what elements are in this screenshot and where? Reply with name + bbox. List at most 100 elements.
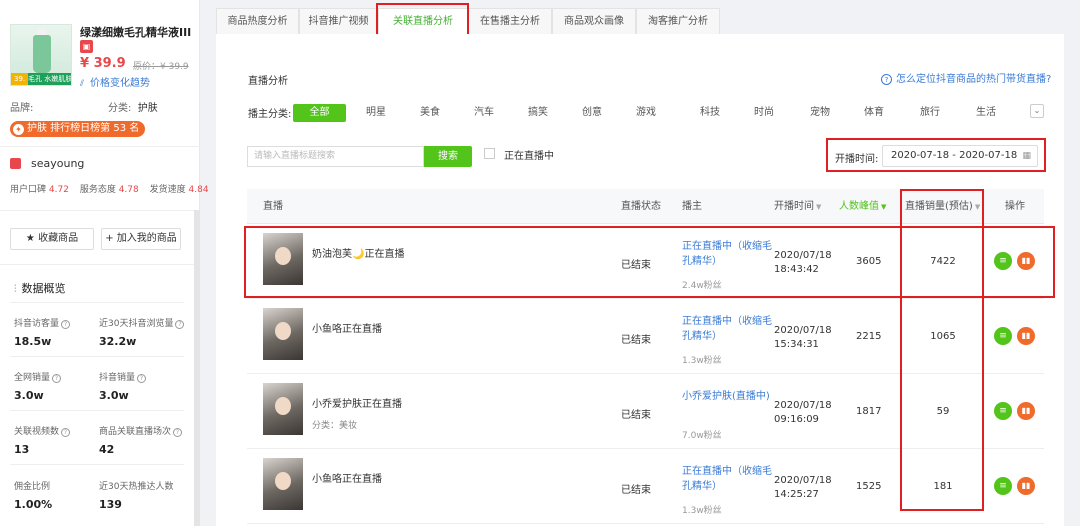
favorite-product-button[interactable]: ★ 收藏商品 <box>10 228 94 250</box>
stat-label: 佣金比例 <box>14 482 51 492</box>
category-car[interactable]: 汽车 <box>472 104 496 122</box>
rank-badge[interactable]: ✦ 护肤 排行榜日榜第 53 名 <box>10 121 146 137</box>
live-thumbnail[interactable] <box>263 233 303 285</box>
anchor-link[interactable]: 正在直播中（收缩毛孔精华） <box>682 464 772 494</box>
stat-douyin-visitors: 抖音访客量? 18.5w <box>14 316 71 348</box>
stat-related-videos: 关联视频数? 13 <box>14 424 71 456</box>
help-icon[interactable]: ? <box>61 428 71 437</box>
product-name[interactable]: 绿漾细嫩毛孔精华液III <box>80 24 195 40</box>
category-star[interactable]: 明星 <box>364 104 388 122</box>
score-label: 服务态度 <box>79 185 116 195</box>
price-trend-link[interactable]: ⫽ 价格变化趋势 <box>80 74 150 89</box>
category-label: 分类: <box>108 103 132 114</box>
stat-value: 1.00% <box>14 498 53 511</box>
stat-label: 近30天热推达人数 <box>99 482 174 492</box>
divider <box>0 210 200 211</box>
divider <box>10 410 184 411</box>
detail-list-icon[interactable]: ≡ <box>994 252 1012 270</box>
category-creative[interactable]: 创意 <box>580 104 604 122</box>
date-range-picker[interactable]: 2020-07-18 - 2020-07-18 ▦ <box>882 145 1038 167</box>
anchor-link[interactable]: 正在直播中（收缩毛孔精华） <box>682 314 772 344</box>
category-row: 分类: 护肤 <box>108 99 158 114</box>
shop-name[interactable]: seayoung <box>31 157 84 170</box>
category-travel[interactable]: 旅行 <box>918 104 942 122</box>
category-sports[interactable]: 体育 <box>862 104 886 122</box>
brand-label: 品牌: <box>10 103 34 114</box>
date-range-value: 2020-07-18 - 2020-07-18 <box>891 150 1018 161</box>
thumbnail-face-shape <box>275 247 291 265</box>
anchor-link[interactable]: 正在直播中（收缩毛孔精华） <box>682 239 772 269</box>
divider <box>0 146 200 147</box>
category-tech[interactable]: 科技 <box>698 104 722 122</box>
col-anchor: 播主 <box>682 201 702 212</box>
col-peak-viewers[interactable]: 人数峰值 ▼ <box>839 189 886 224</box>
col-est-sales-label: 直播销量(预估) <box>905 201 973 212</box>
live-title-search-input[interactable]: 请输入直播标题搜索 <box>247 146 424 167</box>
col-start-time[interactable]: 开播时间 ▼ <box>774 189 821 224</box>
category-fashion[interactable]: 时尚 <box>752 104 776 122</box>
help-icon[interactable]: ? <box>61 320 71 329</box>
category-all[interactable]: 全部 <box>293 104 346 122</box>
peak-viewers: 1817 <box>856 406 882 417</box>
detail-list-icon[interactable]: ≡ <box>994 327 1012 345</box>
divider <box>10 302 184 303</box>
tab-product-heat[interactable]: 商品热度分析 <box>216 8 299 34</box>
category-life[interactable]: 生活 <box>974 104 998 122</box>
divider <box>10 464 184 465</box>
stat-value: 3.0w <box>14 389 44 402</box>
detail-list-icon[interactable]: ≡ <box>994 477 1012 495</box>
start-time: 2020/07/18 14:25:27 <box>774 474 844 502</box>
start-time: 2020/07/18 18:43:42 <box>774 249 844 277</box>
add-to-my-products-button[interactable]: + 加入我的商品 <box>101 228 181 250</box>
est-sales: 7422 <box>930 256 956 267</box>
start-time: 2020/07/18 15:34:31 <box>774 324 844 352</box>
tab-anchor-analysis[interactable]: 在售播主分析 <box>468 8 552 34</box>
detail-list-icon[interactable]: ≡ <box>994 402 1012 420</box>
live-thumbnail[interactable] <box>263 458 303 510</box>
live-title[interactable]: 小鱼咯正在直播 <box>312 470 382 485</box>
live-now-checkbox[interactable] <box>484 148 495 159</box>
stat-label: 抖音销量 <box>99 373 136 383</box>
help-icon[interactable]: ? <box>175 320 185 329</box>
stat-douyin-sales: 抖音销量? 3.0w <box>99 370 147 402</box>
search-button[interactable]: 搜索 <box>424 146 472 167</box>
sidebar-scrollbar[interactable] <box>194 210 200 526</box>
live-thumbnail[interactable] <box>263 308 303 360</box>
calendar-icon: ▦ <box>1022 151 1031 161</box>
stat-value: 18.5w <box>14 335 52 348</box>
category-game[interactable]: 游戏 <box>634 104 658 122</box>
live-title[interactable]: 奶油泡芙🌙正在直播 <box>312 245 404 260</box>
table-row[interactable]: 奶油泡芙🌙正在直播 已结束 正在直播中（收缩毛孔精华） 2.4w粉丝 2020/… <box>247 225 1044 299</box>
table-row[interactable]: 小鱼咯正在直播 已结束 正在直播中（收缩毛孔精华） 1.3w粉丝 2020/07… <box>247 450 1044 524</box>
divider <box>10 356 184 357</box>
brand-row: 品牌: <box>10 99 33 114</box>
bar-chart-icon[interactable]: ▮▮ <box>1017 252 1035 270</box>
col-est-sales[interactable]: 直播销量(预估) ▼ <box>905 189 980 224</box>
live-title[interactable]: 小鱼咯正在直播 <box>312 320 382 335</box>
help-icon[interactable]: ? <box>173 428 183 437</box>
help-icon[interactable]: ? <box>52 374 62 383</box>
live-thumbnail[interactable] <box>263 383 303 435</box>
anchor-fans: 1.3w粉丝 <box>682 506 722 516</box>
anchor-link[interactable]: 小乔爱护肤(直播中) <box>682 389 772 404</box>
bar-chart-icon[interactable]: ▮▮ <box>1017 327 1035 345</box>
help-link[interactable]: ? 怎么定位抖音商品的热门带货直播? <box>881 70 1051 85</box>
est-sales: 181 <box>933 481 953 492</box>
tab-taoke-analysis[interactable]: 淘客推广分析 <box>636 8 720 34</box>
overview-title-text: 数据概览 <box>21 282 66 295</box>
start-clock: 18:43:42 <box>774 264 819 275</box>
category-pet[interactable]: 宠物 <box>808 104 832 122</box>
table-row[interactable]: 小鱼咯正在直播 已结束 正在直播中（收缩毛孔精华） 1.3w粉丝 2020/07… <box>247 300 1044 374</box>
category-food[interactable]: 美食 <box>418 104 442 122</box>
category-funny[interactable]: 搞笑 <box>526 104 550 122</box>
tab-audience-profile[interactable]: 商品观众画像 <box>552 8 636 34</box>
live-title[interactable]: 小乔爱护肤正在直播 <box>312 395 402 410</box>
bar-chart-icon[interactable]: ▮▮ <box>1017 402 1035 420</box>
table-row[interactable]: 小乔爱护肤正在直播 分类：美妆 已结束 小乔爱护肤(直播中) 7.0w粉丝 20… <box>247 375 1044 449</box>
tab-douyin-videos[interactable]: 抖音推广视频 <box>299 8 378 34</box>
help-icon[interactable]: ? <box>137 374 147 383</box>
tab-live-analysis[interactable]: 关联直播分析 <box>378 8 468 36</box>
bar-chart-icon[interactable]: ▮▮ <box>1017 477 1035 495</box>
chevron-down-icon[interactable]: ⌄ <box>1030 104 1044 118</box>
product-image[interactable]: 细嫩毛孔 水嫩肌肤 39. <box>10 24 72 86</box>
